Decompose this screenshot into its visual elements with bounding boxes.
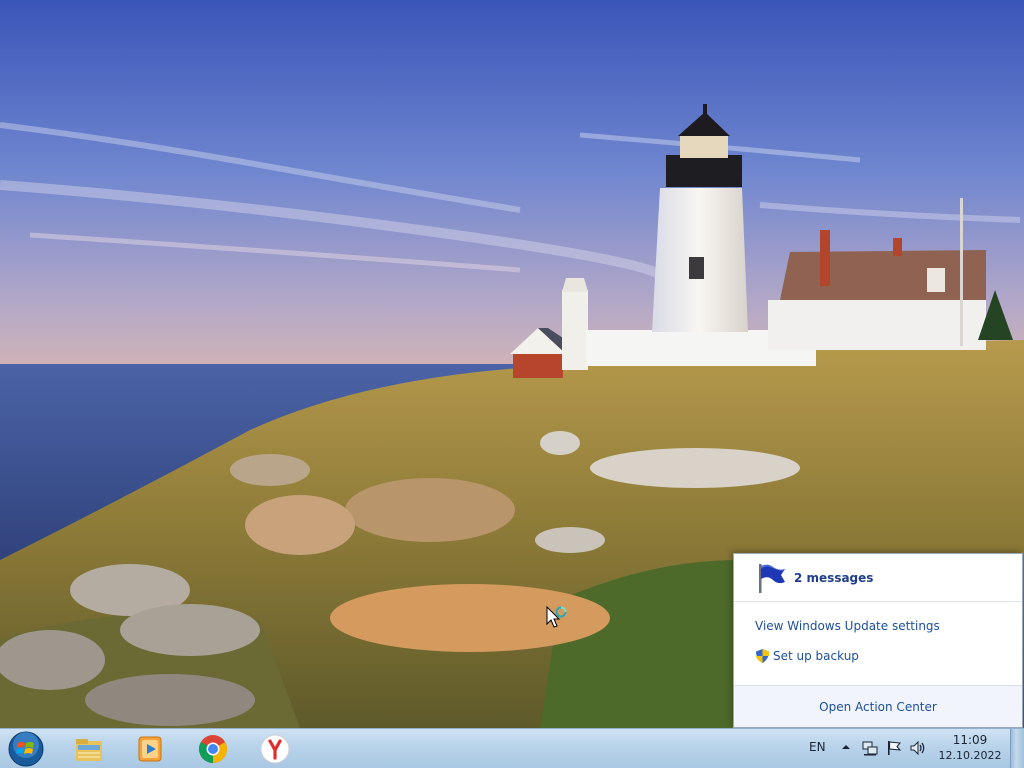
google-chrome-button[interactable] xyxy=(195,731,231,767)
action-center-footer: Open Action Center xyxy=(734,685,1022,727)
yandex-browser-button[interactable] xyxy=(257,731,293,767)
action-center-popup: 2 messages View Windows Update settings … xyxy=(733,553,1023,728)
network-icon[interactable] xyxy=(862,740,878,756)
action-center-flag-icon[interactable] xyxy=(886,740,902,756)
windows-start-orb-icon[interactable] xyxy=(7,730,45,768)
windows-explorer-button[interactable] xyxy=(71,731,107,767)
windows-media-player-icon xyxy=(138,736,162,762)
taskbar-clock[interactable]: 11:09 12.10.2022 xyxy=(936,733,1004,763)
show-hidden-icons-chevron[interactable] xyxy=(840,740,852,754)
action-center-header: 2 messages xyxy=(734,554,1022,601)
set-up-backup-link[interactable]: Set up backup xyxy=(755,648,859,664)
action-center-flag-icon xyxy=(759,563,785,593)
clock-time: 11:09 xyxy=(952,733,988,747)
google-chrome-icon xyxy=(199,735,227,763)
windows-update-settings-link[interactable]: View Windows Update settings xyxy=(755,619,940,633)
taskbar: EN 11:09 12.10.2022 xyxy=(0,728,1024,768)
language-indicator[interactable]: EN xyxy=(809,740,826,754)
clock-date: 12.10.2022 xyxy=(938,749,1002,762)
windows-media-player-button[interactable] xyxy=(132,731,168,767)
set-up-backup-label: Set up backup xyxy=(773,649,859,663)
yandex-browser-icon xyxy=(260,734,290,764)
uac-shield-icon xyxy=(756,649,769,663)
divider xyxy=(734,601,1022,602)
show-desktop-button[interactable] xyxy=(1010,729,1024,768)
volume-icon[interactable] xyxy=(910,740,926,756)
open-action-center-link[interactable]: Open Action Center xyxy=(819,700,937,714)
messages-count[interactable]: 2 messages xyxy=(794,571,873,585)
windows-explorer-icon xyxy=(76,739,102,761)
